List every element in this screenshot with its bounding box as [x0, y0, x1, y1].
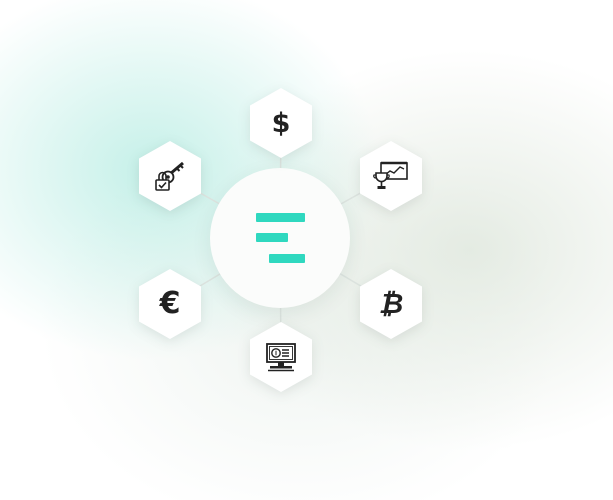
- dollar-icon: $: [271, 107, 291, 139]
- trophy-chart-icon: [373, 161, 408, 189]
- bitcoin-icon: ₿: [378, 287, 404, 320]
- key-lock-icon: [155, 161, 184, 191]
- bitcoin-node[interactable]: ₿: [360, 269, 422, 339]
- monitor-coin-node[interactable]: [250, 322, 312, 392]
- hub-circle: [210, 168, 350, 308]
- trophy-chart-node[interactable]: [360, 141, 422, 211]
- key-lock-node[interactable]: [139, 141, 201, 211]
- euro-node[interactable]: €: [139, 269, 201, 339]
- euro-icon: €: [159, 286, 181, 321]
- brand-logo-icon: [256, 213, 305, 263]
- monitor-coin-icon: [266, 343, 296, 372]
- dollar-node[interactable]: $: [250, 88, 312, 158]
